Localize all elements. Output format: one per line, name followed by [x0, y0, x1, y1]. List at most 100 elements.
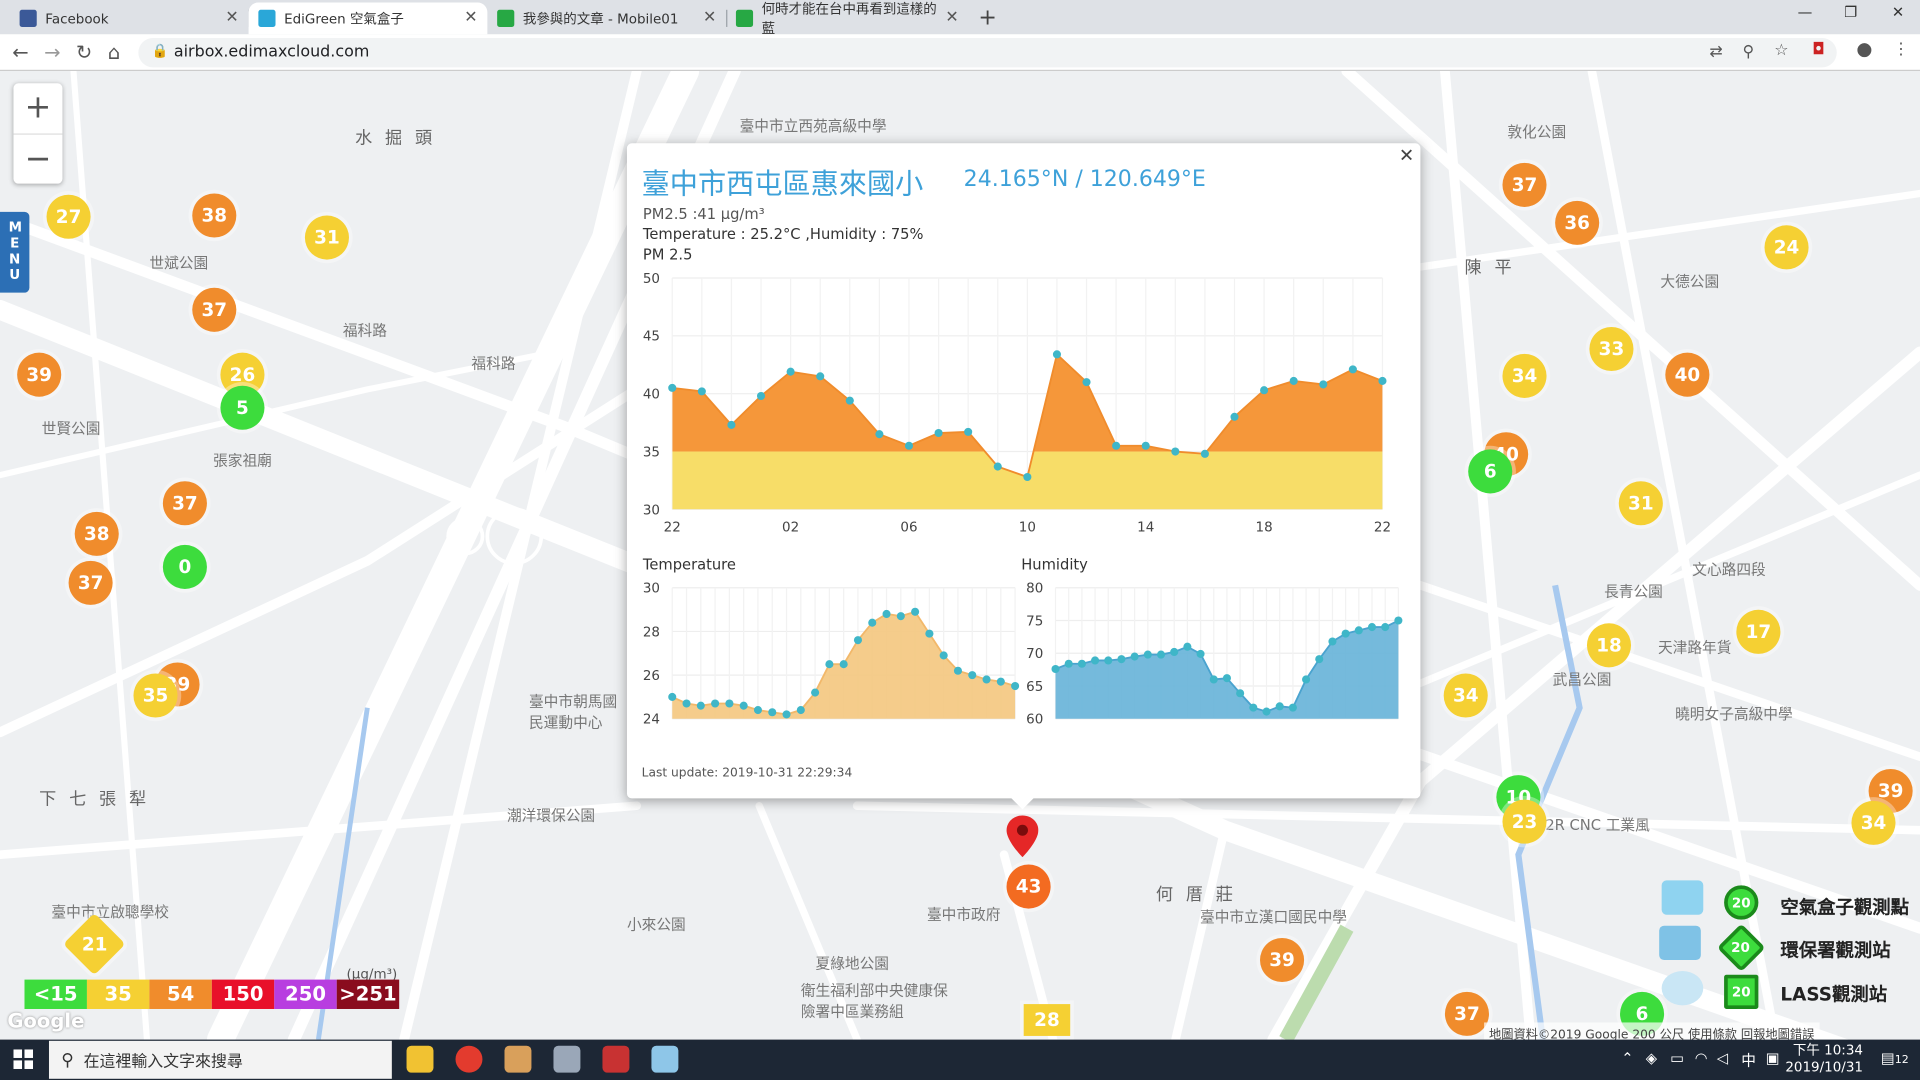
taskbar-search-box[interactable]: ⚲ 在這裡輸入文字來搜尋	[48, 1040, 392, 1079]
y-tick-label: 80	[1026, 582, 1043, 597]
app-icon[interactable]	[602, 1045, 630, 1073]
profile-icon[interactable]: ●	[1856, 38, 1872, 60]
station-marker[interactable]: 37	[68, 560, 113, 605]
input-icon[interactable]: ▣	[1766, 1049, 1780, 1066]
app-icon[interactable]	[651, 1045, 679, 1073]
minimize-icon[interactable]: —	[1798, 4, 1813, 21]
station-marker[interactable]: 23	[1502, 799, 1547, 844]
notification-icon[interactable]: ▤12	[1881, 1049, 1909, 1066]
station-marker[interactable]: 37	[162, 481, 207, 526]
windows-start-icon[interactable]	[13, 1049, 34, 1069]
station-marker[interactable]: 31	[1618, 481, 1663, 526]
menu-button[interactable]: MENU	[0, 211, 30, 293]
data-point	[1381, 623, 1390, 632]
location-pin-icon[interactable]	[1006, 815, 1039, 858]
y-tick-label: 45	[643, 330, 660, 345]
station-marker[interactable]: 27	[46, 194, 91, 239]
reload-icon[interactable]: ↻	[76, 40, 92, 63]
station-marker[interactable]: 38	[192, 193, 237, 238]
data-point	[825, 660, 834, 669]
station-marker[interactable]: 6	[1468, 449, 1513, 494]
map-label: 夏綠地公園	[815, 955, 890, 973]
new-tab-button[interactable]: +	[978, 5, 996, 31]
station-marker[interactable]: 38	[74, 511, 119, 556]
chrome-menu-icon[interactable]: ⋮	[1893, 40, 1909, 58]
tab-mobile01-2[interactable]: 何時才能在台中再看到這樣的藍 ✕	[726, 1, 968, 37]
popup-close-button[interactable]: ✕	[1399, 144, 1414, 166]
map-label: 小來公園	[626, 915, 686, 934]
station-marker[interactable]: 34	[1502, 353, 1547, 398]
zoom-icon[interactable]: ⚲	[1742, 43, 1754, 61]
map-label: 大德公園	[1660, 273, 1720, 291]
station-marker[interactable]: 24	[1764, 225, 1809, 270]
station-marker[interactable]: 39	[17, 352, 62, 397]
map-label: 福科路	[471, 355, 516, 373]
ime-indicator[interactable]: 中	[1741, 1049, 1756, 1070]
wifi-icon[interactable]: ◠	[1695, 1049, 1708, 1066]
station-marker[interactable]: 31	[304, 215, 349, 260]
station-marker[interactable]: 17	[1736, 609, 1781, 654]
station-marker[interactable]: 18	[1586, 623, 1632, 668]
station-marker[interactable]: 35	[133, 673, 178, 718]
station-marker[interactable]: 34	[1443, 673, 1488, 718]
y-tick-label: 35	[643, 445, 660, 460]
back-icon[interactable]: ←	[12, 40, 28, 63]
y-tick-label: 30	[643, 503, 660, 518]
station-name: 臺中市西屯區惠來國小	[641, 168, 924, 201]
station-marker[interactable]: 36	[1555, 200, 1600, 245]
station-marker[interactable]: 37	[1502, 162, 1547, 207]
data-point	[816, 372, 825, 381]
station-marker[interactable]: 39	[1260, 937, 1305, 983]
app-icon[interactable]	[504, 1045, 532, 1073]
map-label: 2R CNC 工業風	[1545, 816, 1650, 834]
zoom-out-button[interactable]: −	[13, 133, 63, 183]
translate-icon[interactable]: ⇄	[1709, 43, 1722, 61]
extension-icon[interactable]: ◘	[1812, 40, 1825, 58]
close-tab-icon[interactable]: ✕	[945, 9, 958, 27]
app-icon[interactable]	[553, 1045, 581, 1073]
station-marker[interactable]: 0	[162, 544, 207, 589]
close-tab-icon[interactable]: ✕	[703, 9, 716, 27]
station-marker[interactable]: 43	[1006, 864, 1051, 909]
home-icon[interactable]: ⌂	[108, 40, 120, 63]
window-close-icon[interactable]: ✕	[1892, 4, 1904, 21]
data-point	[1319, 380, 1328, 389]
tab-edigreen[interactable]: EdiGreen 空氣盒子 ✕	[248, 2, 488, 35]
restore-icon[interactable]: ❐	[1844, 4, 1857, 21]
map-attribution[interactable]: 地圖資料©2019 Google 200 公尺 使用條款 回報地圖錯誤	[1484, 1022, 1820, 1040]
map-label: 曉明女子高級中學	[1675, 705, 1793, 723]
bookmark-star-icon[interactable]: ☆	[1774, 42, 1788, 60]
tray-chevron-icon[interactable]: ⌃	[1621, 1049, 1633, 1066]
station-marker[interactable]: 34	[1851, 800, 1896, 845]
lass-station-marker[interactable]: 28	[1023, 1004, 1071, 1036]
data-point	[1171, 447, 1180, 456]
map-label: 下 七 張 犁	[39, 789, 150, 810]
tab-mobile01[interactable]: 我參與的文章 - Mobile01 ✕	[487, 2, 728, 34]
tray-app-icon[interactable]: ◈	[1646, 1049, 1657, 1066]
station-marker[interactable]: 40	[1665, 352, 1710, 397]
data-point	[853, 636, 863, 645]
station-marker[interactable]: 5	[220, 385, 265, 430]
clock[interactable]: 下午 10:34 2019/10/31	[1785, 1042, 1863, 1076]
address-bar[interactable]: 🔒 airbox.edimaxcloud.com ⇄ ⚲ ☆	[138, 37, 1837, 68]
close-tab-icon[interactable]: ✕	[464, 9, 477, 27]
data-point	[1209, 675, 1218, 684]
close-tab-icon[interactable]: ✕	[225, 9, 238, 27]
epa-badge-value: 20	[1731, 939, 1751, 956]
volume-icon[interactable]: ◁	[1717, 1049, 1728, 1066]
zoom-in-button[interactable]: +	[13, 83, 62, 133]
data-point	[725, 699, 734, 708]
forward-icon[interactable]: →	[44, 40, 60, 63]
station-marker[interactable]: 37	[1444, 991, 1489, 1036]
data-point	[1156, 650, 1166, 659]
legend-green: <15	[24, 979, 87, 1009]
tab-facebook[interactable]: Facebook ✕	[10, 2, 250, 34]
chrome-icon[interactable]	[455, 1045, 483, 1073]
station-marker[interactable]: 37	[192, 287, 237, 332]
x-tick-label: 14	[1137, 520, 1154, 535]
battery-icon[interactable]: ▭	[1670, 1049, 1684, 1066]
station-marker[interactable]: 33	[1589, 326, 1634, 372]
file-explorer-icon[interactable]	[406, 1045, 434, 1073]
data-point	[1328, 637, 1337, 646]
data-point	[934, 428, 943, 438]
